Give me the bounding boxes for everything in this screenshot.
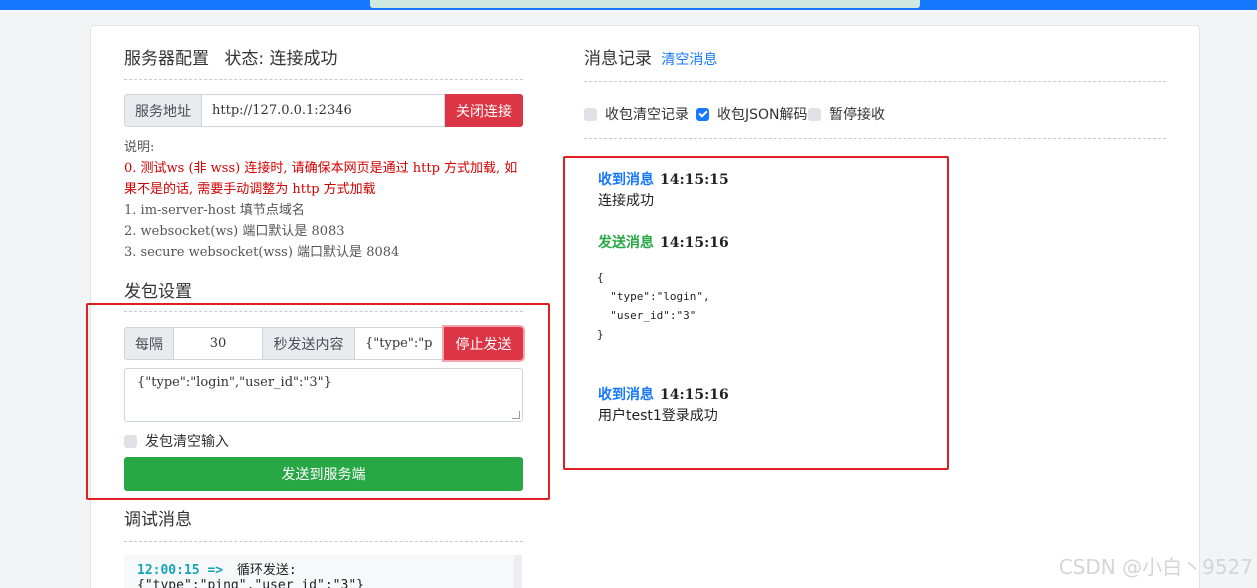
- checkbox-box[interactable]: [584, 107, 597, 121]
- divider: [124, 541, 523, 542]
- clear-messages-link[interactable]: 清空消息: [661, 52, 717, 68]
- watermark: CSDN @小白丶9527: [1058, 555, 1253, 579]
- divider: [584, 138, 1166, 139]
- connection-status: 状态: 连接成功: [224, 49, 338, 69]
- server-address-group: 服务地址 http://127.0.0.1:2346 关闭连接: [124, 94, 523, 127]
- divider: [584, 81, 1166, 82]
- divider: [124, 79, 523, 80]
- highlight-box-send-settings: [86, 303, 550, 500]
- send-settings-title: 发包设置: [124, 282, 192, 302]
- checkbox-json-decode[interactable]: 收包JSON解码: [696, 104, 808, 124]
- debug-title: 调试消息: [124, 510, 192, 530]
- checkbox-label: 收包JSON解码: [717, 107, 808, 123]
- top-bar: [0, 0, 1257, 10]
- notes-item: 3. secure websocket(wss) 端口默认是 8084: [124, 245, 400, 260]
- server-address-label: 服务地址: [124, 94, 202, 127]
- debug-line: {"type":"ping","user_id":"3"}: [137, 578, 364, 588]
- message-log-label: 消息记录: [584, 49, 652, 69]
- message-log-title: 消息记录 清空消息: [584, 44, 717, 69]
- notes-item: 1. im-server-host 填节点域名: [124, 203, 305, 218]
- checkbox-pause-receive[interactable]: 暂停接收: [808, 104, 885, 124]
- scrollbar[interactable]: [514, 555, 522, 588]
- checkbox-label: 暂停接收: [829, 107, 885, 123]
- checkbox-clear-on-receive[interactable]: 收包清空记录: [584, 104, 689, 124]
- server-config-title: 服务器配置 状态: 连接成功: [124, 44, 338, 69]
- notes-heading: 说明:: [124, 140, 155, 155]
- debug-line: 12:00:15 => 循环发送:: [137, 559, 297, 578]
- checkbox-label: 收包清空记录: [605, 107, 689, 123]
- notes-warning: 0. 测试ws (非 wss) 连接时, 请确保本网页是通过 http 方式加载…: [124, 161, 518, 197]
- top-bar-tab: [370, 0, 920, 8]
- close-connection-button[interactable]: 关闭连接: [445, 94, 523, 127]
- debug-time: 12:00:15 =>: [137, 563, 224, 578]
- debug-text: 循环发送:: [236, 563, 297, 578]
- notes-item: 2. websocket(ws) 端口默认是 8083: [124, 224, 345, 239]
- debug-log: 12:00:15 => 循环发送: {"type":"ping","user_i…: [124, 555, 522, 588]
- server-address-input[interactable]: http://127.0.0.1:2346: [202, 94, 445, 127]
- checkbox-box[interactable]: [808, 107, 821, 121]
- server-config-label: 服务器配置: [124, 49, 209, 69]
- highlight-box-messages: [563, 156, 949, 470]
- checkbox-box-checked[interactable]: [696, 107, 709, 121]
